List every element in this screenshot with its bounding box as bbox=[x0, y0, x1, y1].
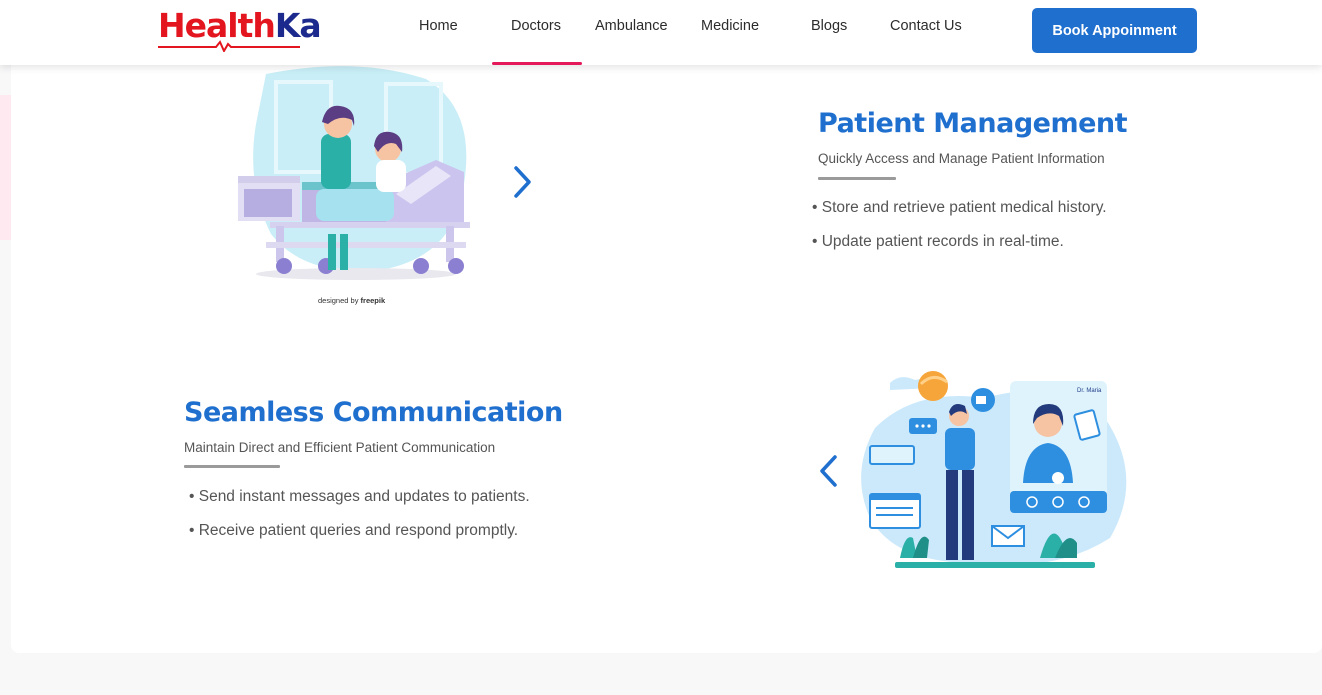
heartbeat-line-icon bbox=[158, 40, 300, 52]
freepik-credit: designed by freepik bbox=[318, 296, 386, 305]
patient-management-subtitle: Quickly Access and Manage Patient Inform… bbox=[818, 151, 1105, 166]
seamless-communication-title: Seamless Communication bbox=[184, 397, 563, 428]
chevron-left-icon[interactable] bbox=[816, 453, 840, 489]
nav-active-indicator bbox=[492, 62, 582, 65]
feature-bullet: • Store and retrieve patient medical his… bbox=[812, 199, 1107, 216]
nav-home[interactable]: Home bbox=[419, 18, 458, 40]
title-divider bbox=[818, 177, 896, 180]
video-call-doctor-illustration: Dr. Maria bbox=[861, 371, 1127, 568]
feature-bullet: • Send instant messages and updates to p… bbox=[189, 488, 530, 505]
nav-contact-us[interactable]: Contact Us bbox=[890, 18, 962, 40]
feature-bullet: • Receive patient queries and respond pr… bbox=[189, 522, 519, 539]
side-decor-tab bbox=[0, 95, 11, 240]
title-divider bbox=[184, 465, 280, 468]
top-navbar: HealthKa Home Doctors Ambulance Medicine… bbox=[0, 0, 1322, 65]
nav-doctors[interactable]: Doctors bbox=[511, 18, 561, 40]
nav-medicine[interactable]: Medicine bbox=[701, 18, 759, 40]
seamless-communication-subtitle: Maintain Direct and Efficient Patient Co… bbox=[184, 440, 496, 455]
hospital-bed-nurse-illustration bbox=[238, 66, 470, 280]
book-appointment-button[interactable]: Book Appoinment bbox=[1032, 8, 1197, 53]
nav-blogs[interactable]: Blogs bbox=[811, 18, 847, 40]
phone-doctor-label: Dr. Maria bbox=[1077, 388, 1102, 394]
feature-bullet: • Update patient records in real-time. bbox=[812, 233, 1064, 250]
patient-management-title: Patient Management bbox=[818, 108, 1128, 139]
healthka-logo[interactable]: HealthKa bbox=[158, 6, 322, 52]
nav-ambulance[interactable]: Ambulance bbox=[595, 18, 668, 40]
chevron-right-icon[interactable] bbox=[511, 164, 535, 200]
